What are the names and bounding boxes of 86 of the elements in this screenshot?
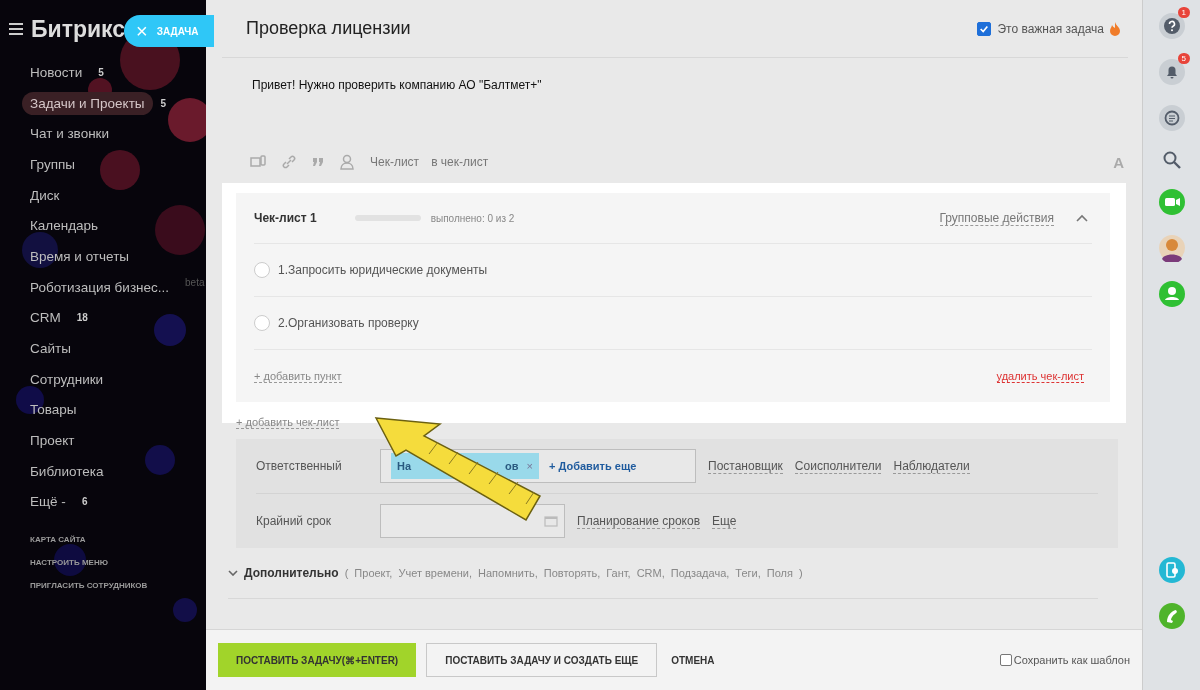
important-label: Это важная задача [997,21,1104,36]
description-text: Привет! Нужно проверить компанию АО "Балтмет+" [251,77,543,94]
more-option[interactable]: Проект, [354,567,393,579]
deadline-link[interactable]: Еще [712,513,737,529]
sidebar-item[interactable]: Роботизация бизнес... [22,275,178,299]
sidebar-item[interactable]: Товары [22,398,85,422]
avatar-icon[interactable] [1157,234,1186,262]
checkmark-icon [979,23,990,34]
caret-icon[interactable] [1076,214,1088,222]
sidebar-item[interactable]: CRM [22,306,69,330]
template-label: Сохранить как шаблон [1013,654,1130,666]
more-option[interactable]: Гант, [606,567,631,579]
notification-badge: 1 [1177,7,1190,18]
person-icon[interactable] [1157,280,1186,308]
submit-and-create-button[interactable]: ПОСТАВИТЬ ЗАДАЧУ И СОЗДАТЬ ЕЩЕ [426,643,658,677]
paren: ( [344,567,349,579]
notification-badge: 5 [1177,53,1190,64]
sidebar-link[interactable]: КАРТА САЙТА [30,535,206,545]
important-checkbox[interactable] [977,21,992,36]
role-link[interactable]: Наблюдатели [893,458,970,474]
search-icon[interactable] [1161,150,1182,170]
counter: 5 [160,97,167,109]
cloud-phone-icon[interactable] [1157,556,1186,584]
sidebar-item[interactable]: Чат и звонки [22,122,118,146]
submit-button[interactable]: ПОСТАВИТЬ ЗАДАЧУ(⌘+ENTER) [218,643,417,677]
sidebar-item[interactable]: Проект [22,429,83,453]
sidebar-item[interactable]: Библиотека [22,459,112,483]
chevron-icon[interactable] [228,570,238,576]
checklist-item-text: 2.Организовать проверку [278,316,419,330]
role-link[interactable]: Постановщик [708,458,783,474]
item-checkbox[interactable] [254,315,270,331]
counter: 18 [76,312,88,324]
calendar-icon[interactable] [544,515,558,527]
menu-icon[interactable] [9,23,23,35]
sidebar-item[interactable]: Календарь [22,214,107,238]
media-icon[interactable] [250,155,266,169]
checklist-title: Чек-лист 1 [254,211,317,225]
sidebar-item[interactable]: Новости [22,60,91,84]
group-actions-link[interactable]: Групповые действия [939,210,1054,226]
quote-icon[interactable] [312,157,324,167]
checklist-item-text: 1.Запросить юридические документы [278,263,488,277]
role-link[interactable]: Соисполнители [794,458,882,474]
counter: 6 [81,496,88,508]
toolbar-link[interactable]: Чек-лист [370,155,420,169]
template-checkbox[interactable] [999,654,1012,666]
sidebar-link[interactable]: ПРИГЛАСИТЬ СОТРУДНИКОВ [30,581,206,591]
video-call-icon[interactable] [1157,188,1186,216]
field-label: Ответственный [256,459,343,473]
chat-icon[interactable] [1157,104,1186,132]
beta-label: beta [185,276,205,288]
more-toggle[interactable]: Дополнительно [244,566,339,580]
more-option[interactable]: Подзадача, [670,567,730,579]
sidebar-item[interactable]: Сотрудники [22,367,112,391]
task-title: Проверка лицензии [246,18,411,39]
flame-icon [1110,21,1120,36]
more-option[interactable]: Повторять, [543,567,601,579]
person-icon[interactable] [340,154,354,170]
sidebar-item[interactable]: Сайты [22,337,79,361]
phone-icon[interactable] [1157,602,1186,630]
item-checkbox[interactable] [254,262,270,278]
more-option[interactable]: Напомнить, [478,567,538,579]
deadline-field[interactable] [380,504,565,538]
toolbar-link[interactable]: в чек-лист [431,155,489,169]
link-icon[interactable] [282,155,296,169]
more-option[interactable]: Поля [766,567,793,579]
progress-text: выполнено: 0 из 2 [430,212,515,224]
more-option[interactable]: Теги, [735,567,761,579]
field-label: Крайний срок [256,514,332,528]
cancel-button[interactable]: ОТМЕНА [667,643,719,677]
sidebar-link[interactable]: НАСТРОИТЬ МЕНЮ [30,558,206,568]
logo: Битрикс [31,15,126,43]
more-option[interactable]: Учет времени, [398,567,473,579]
add-item-link[interactable]: + добавить пункт [254,369,342,383]
add-checklist-link[interactable]: + добавить чек-лист [236,416,340,429]
add-more-link[interactable]: + Добавить еще [549,460,637,472]
counter: 5 [98,66,104,78]
sidebar-item[interactable]: Время и отчеты [22,244,138,268]
more-option[interactable]: CRM, [636,567,665,579]
bell-icon[interactable] [1157,58,1186,86]
delete-checklist-link[interactable]: удалить чек-лист [996,369,1084,383]
sidebar-item[interactable]: Диск [22,183,68,207]
paren: ) [798,567,803,579]
deadline-link[interactable]: Планирование сроков [577,513,700,529]
sidebar-item[interactable]: Ещё - [22,490,74,514]
sidebar-item[interactable]: Группы [22,152,83,176]
help-icon[interactable] [1157,12,1186,40]
